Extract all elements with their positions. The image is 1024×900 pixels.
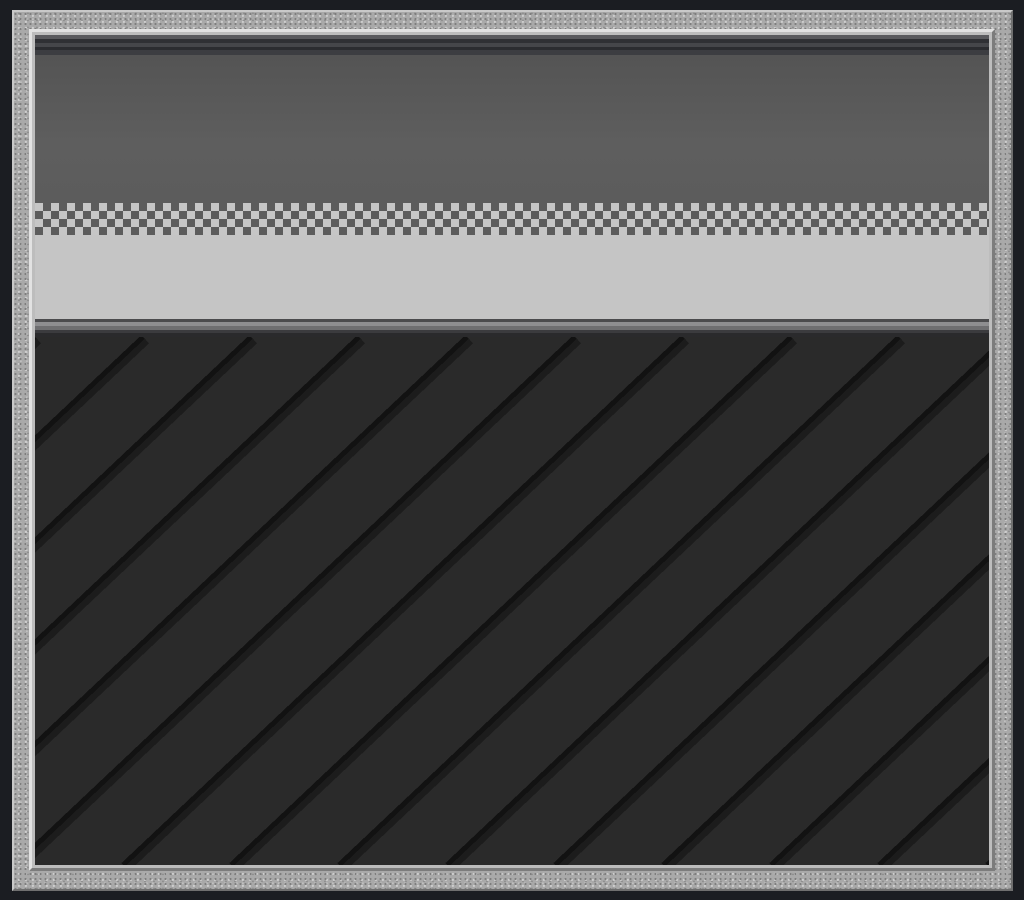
floor-stripe [229, 337, 798, 865]
floor-stripe [35, 337, 582, 859]
floor-stripe [121, 337, 690, 865]
wall-top-rim [35, 35, 989, 55]
floor-stripes [35, 337, 989, 865]
checker-strip [35, 203, 989, 235]
game-viewport[interactable] [35, 35, 989, 865]
ledge-lip [35, 319, 989, 337]
striped-floor [35, 337, 989, 865]
ledge [35, 235, 989, 319]
floor-stripe [337, 337, 906, 865]
wall-panel [35, 55, 989, 203]
floor-stripe [985, 859, 989, 865]
floor-stripe [35, 337, 42, 350]
floor-stripe [769, 656, 989, 865]
game-scene [0, 0, 1024, 900]
